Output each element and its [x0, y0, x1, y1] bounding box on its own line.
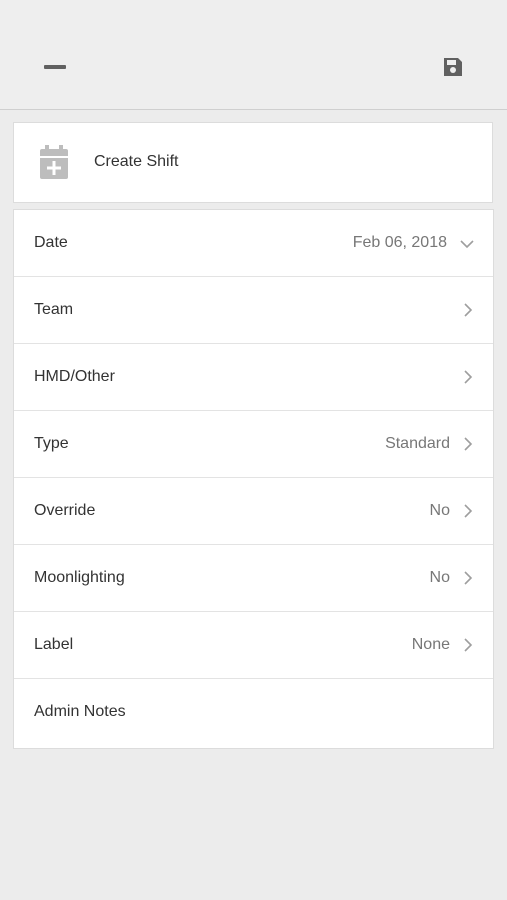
chevron-right-icon: [464, 370, 473, 384]
hmd-other-row[interactable]: HMD/Other: [14, 344, 493, 411]
chevron-right-icon: [464, 303, 473, 317]
minus-icon: [44, 65, 66, 69]
label-value: None: [411, 636, 450, 653]
moonlighting-label: Moonlighting: [34, 569, 125, 586]
label-row[interactable]: Label None: [14, 612, 493, 679]
type-label: Type: [34, 435, 69, 452]
date-value: Feb 06, 2018: [352, 234, 447, 251]
hmd-other-label: HMD/Other: [34, 368, 115, 385]
team-label: Team: [34, 301, 74, 318]
override-row[interactable]: Override No: [14, 478, 493, 545]
date-row[interactable]: Date Feb 06, 2018: [14, 210, 493, 277]
chevron-right-icon: [464, 504, 473, 518]
chevron-right-icon: [464, 638, 473, 652]
chevron-right-icon: [464, 437, 473, 451]
date-label: Date: [34, 234, 68, 251]
override-label: Override: [34, 502, 96, 519]
chevron-down-icon: [460, 240, 474, 249]
toolbar: [0, 0, 507, 110]
shift-form: Date Feb 06, 2018 Team HMD/Other Type St…: [13, 209, 494, 749]
create-shift-header: Create Shift: [13, 122, 493, 203]
override-value: No: [429, 502, 450, 519]
label-label: Label: [34, 636, 74, 653]
save-button[interactable]: [431, 50, 475, 84]
chevron-right-icon: [464, 571, 473, 585]
type-value: Standard: [385, 435, 450, 452]
save-icon: [444, 58, 462, 76]
admin-notes-label: Admin Notes: [34, 703, 126, 720]
page-title: Create Shift: [94, 153, 179, 170]
collapse-button[interactable]: [34, 52, 76, 82]
calendar-add-icon: [40, 145, 68, 179]
moonlighting-row[interactable]: Moonlighting No: [14, 545, 493, 612]
type-row[interactable]: Type Standard: [14, 411, 493, 478]
moonlighting-value: No: [429, 569, 450, 586]
admin-notes-row[interactable]: Admin Notes: [14, 679, 493, 746]
team-row[interactable]: Team: [14, 277, 493, 344]
